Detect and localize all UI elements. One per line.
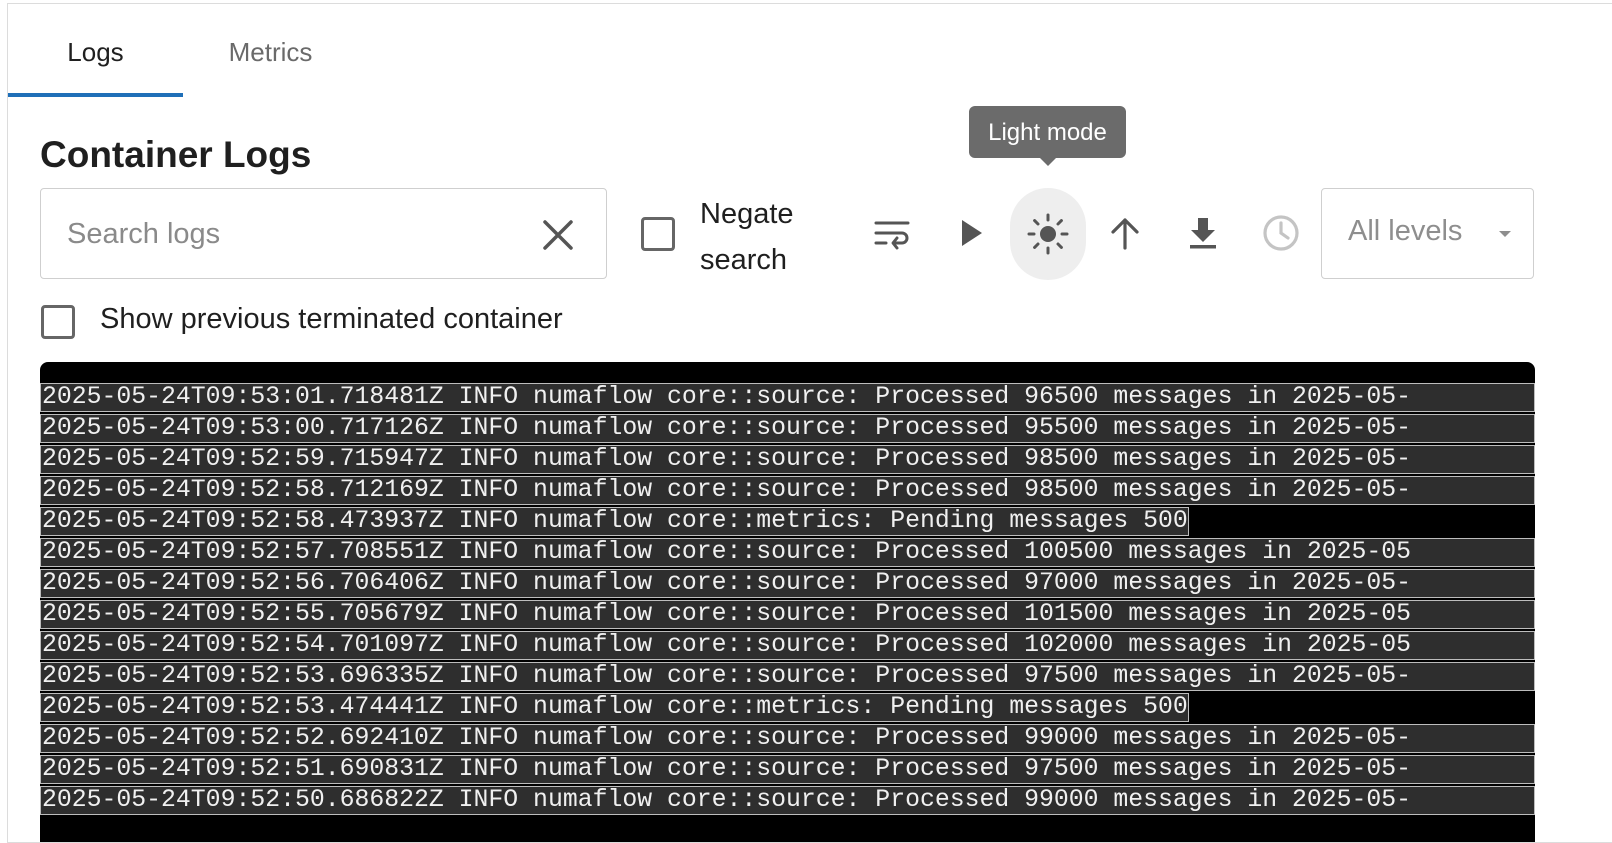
play-button[interactable]: [942, 204, 1000, 262]
log-level-value: All levels: [1348, 215, 1463, 247]
show-previous-label: Show previous terminated container: [100, 303, 563, 335]
active-tab-indicator: [8, 93, 183, 97]
log-line-text: 2025-05-24T09:52:53.696335Z INFO numaflo…: [40, 662, 1535, 691]
log-line[interactable]: 2025-05-24T09:52:52.692410Z INFO numaflo…: [40, 724, 1535, 753]
play-icon: [962, 220, 982, 246]
log-line[interactable]: 2025-05-24T09:52:53.696335Z INFO numaflo…: [40, 662, 1535, 691]
search-field[interactable]: [40, 188, 607, 279]
log-line[interactable]: 2025-05-24T09:53:01.718481Z INFO numaflo…: [40, 383, 1535, 412]
clock-icon: [1263, 215, 1299, 251]
log-line-text: 2025-05-24T09:52:52.692410Z INFO numaflo…: [40, 724, 1535, 753]
page-title: Container Logs: [40, 134, 312, 175]
timestamp-button[interactable]: [1252, 204, 1310, 262]
log-line-text: 2025-05-24T09:52:56.706406Z INFO numaflo…: [40, 569, 1535, 598]
negate-search-checkbox[interactable]: [641, 217, 675, 251]
log-line-text: 2025-05-24T09:52:59.715947Z INFO numaflo…: [40, 445, 1535, 474]
search-input[interactable]: [65, 209, 529, 259]
log-line[interactable]: 2025-05-24T09:52:57.708551Z INFO numaflo…: [40, 538, 1535, 567]
log-line-text: 2025-05-24T09:52:58.712169Z INFO numaflo…: [40, 476, 1535, 505]
arrow-up-icon: [1111, 218, 1139, 250]
log-line-text: 2025-05-24T09:53:00.717126Z INFO numaflo…: [40, 414, 1535, 443]
log-viewer[interactable]: 2025-05-24T09:53:01.718481Z INFO numaflo…: [40, 362, 1535, 842]
log-line-text: 2025-05-24T09:52:54.701097Z INFO numaflo…: [40, 631, 1535, 660]
log-line[interactable]: 2025-05-24T09:52:53.474441Z INFO numaflo…: [40, 693, 1535, 722]
log-lines: 2025-05-24T09:53:01.718481Z INFO numaflo…: [40, 383, 1535, 817]
tab-logs[interactable]: Logs: [8, 4, 183, 97]
log-line[interactable]: 2025-05-24T09:52:55.705679Z INFO numaflo…: [40, 600, 1535, 629]
sun-icon: [1027, 213, 1069, 255]
close-icon[interactable]: [540, 217, 576, 253]
log-line[interactable]: 2025-05-24T09:52:51.690831Z INFO numaflo…: [40, 755, 1535, 784]
log-line[interactable]: 2025-05-24T09:52:58.712169Z INFO numaflo…: [40, 476, 1535, 505]
log-level-select[interactable]: All levels: [1321, 188, 1534, 279]
log-line[interactable]: 2025-05-24T09:52:50.686822Z INFO numaflo…: [40, 786, 1535, 815]
log-line-text: 2025-05-24T09:52:51.690831Z INFO numaflo…: [40, 755, 1535, 784]
scroll-to-top-button[interactable]: [1096, 204, 1154, 262]
log-line-text: 2025-05-24T09:52:50.686822Z INFO numaflo…: [40, 786, 1535, 815]
log-line-text: 2025-05-24T09:52:58.473937Z INFO numaflo…: [40, 507, 1189, 536]
log-line[interactable]: 2025-05-24T09:52:54.701097Z INFO numaflo…: [40, 631, 1535, 660]
log-line-text: 2025-05-24T09:53:01.718481Z INFO numaflo…: [40, 383, 1535, 412]
tooltip: Light mode: [969, 106, 1126, 158]
log-line[interactable]: 2025-05-24T09:53:00.717126Z INFO numaflo…: [40, 414, 1535, 443]
theme-toggle-button[interactable]: [1010, 188, 1086, 280]
log-line-text: 2025-05-24T09:52:53.474441Z INFO numaflo…: [40, 693, 1189, 722]
show-previous-checkbox[interactable]: [41, 305, 75, 339]
tab-metrics[interactable]: Metrics: [183, 4, 358, 97]
download-icon: [1190, 218, 1216, 249]
log-line[interactable]: 2025-05-24T09:52:59.715947Z INFO numaflo…: [40, 445, 1535, 474]
log-line[interactable]: 2025-05-24T09:52:58.473937Z INFO numaflo…: [40, 507, 1535, 536]
log-line-text: 2025-05-24T09:52:57.708551Z INFO numaflo…: [40, 538, 1535, 567]
log-line-text: 2025-05-24T09:52:55.705679Z INFO numaflo…: [40, 600, 1535, 629]
log-line[interactable]: 2025-05-24T09:52:56.706406Z INFO numaflo…: [40, 569, 1535, 598]
wrap-lines-button[interactable]: [863, 204, 921, 262]
wrap-icon: [874, 221, 910, 250]
download-button[interactable]: [1174, 204, 1232, 262]
tooltip-arrow: [1039, 157, 1057, 166]
negate-search-label: Negate search: [700, 198, 794, 276]
chevron-down-icon: [1499, 231, 1511, 237]
